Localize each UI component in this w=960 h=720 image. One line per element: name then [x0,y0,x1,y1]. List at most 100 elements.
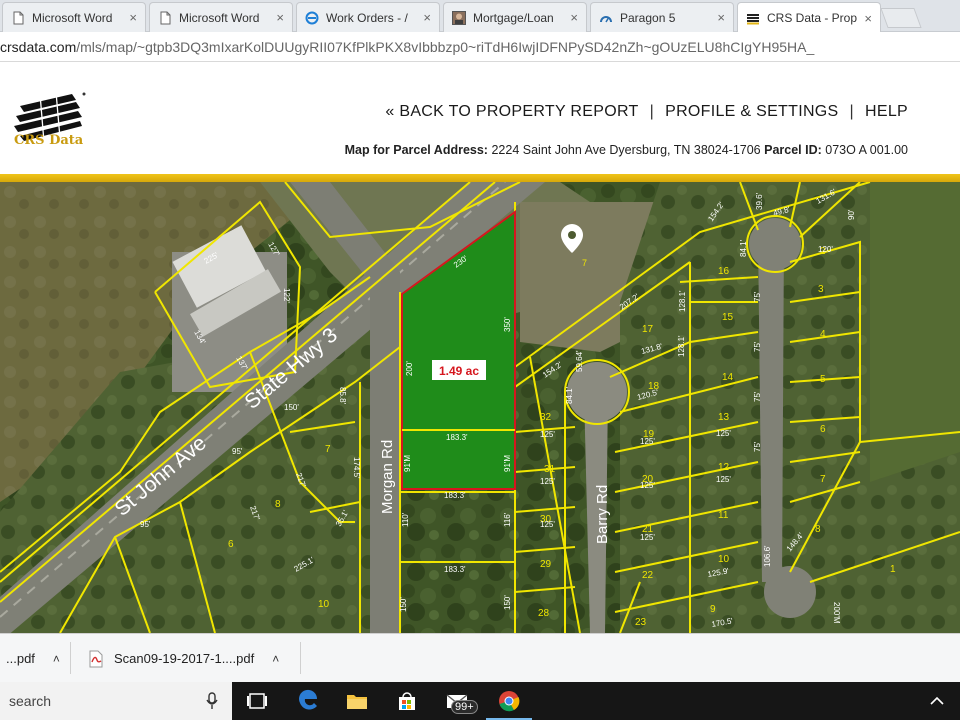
road-label-barry-rd: Barry Rd [594,485,611,544]
tab-paragon[interactable]: Paragon 5 × [590,2,734,32]
dimension-label: 125' [640,481,655,490]
close-icon[interactable]: × [717,10,725,25]
dimension-label: 350' [503,317,512,332]
url-host: crsdata.com [0,39,77,55]
new-tab-button[interactable] [880,8,922,28]
top-nav: « BACK TO PROPERTY REPORT | PROFILE & SE… [374,103,908,121]
tab-microsoft-word-1[interactable]: Microsoft Word × [2,2,146,32]
dimension-label: 183.3' [446,433,468,442]
tab-label: Paragon 5 [620,10,676,25]
lot-number: 10 [718,554,730,565]
pdf-file-icon [89,650,103,667]
lot-number: 10 [318,599,330,610]
windows-taskbar: search [0,682,960,720]
lot-number: 32 [540,412,552,423]
tab-mortgage-loan[interactable]: Mortgage/Loan × [443,2,587,32]
microphone-icon[interactable] [206,692,218,710]
taskbar-search[interactable]: search [0,682,232,720]
lot-number: 5 [820,374,826,385]
header-accent-bar [0,174,960,182]
url-text[interactable]: crsdata.com/mls/map/~gtpb3DQ3mIxarKolDUU… [0,39,960,55]
paragon-icon [600,15,612,22]
subdivision-cul-de-sac-south [764,566,816,618]
close-icon[interactable]: × [864,11,872,26]
chevron-up-icon[interactable] [930,696,944,706]
map-canvas[interactable]: 1.49 ac 7 St John Ave State Hwy 3 Morgan… [0,182,960,633]
chrome-icon[interactable] [496,688,522,714]
lot-number: 17 [642,324,654,335]
lot-number: 28 [538,608,550,619]
parcel-info: Map for Parcel Address: 2224 Saint John … [345,143,908,157]
dimension-label: 91'M [503,455,512,472]
dimension-label: 90' [847,209,856,220]
tab-work-orders[interactable]: Work Orders - / × [296,2,440,32]
dimension-label: 125' [640,533,655,542]
dimension-label: 125' [540,430,555,439]
tab-label: Microsoft Word [179,10,260,25]
lot-number: 6 [820,424,826,435]
tab-crs-data[interactable]: CRS Data - Prop × [737,2,881,33]
parcel-address-label: Map for Parcel Address: [344,143,488,157]
close-icon[interactable]: × [276,10,284,25]
close-icon[interactable]: × [570,10,578,25]
file-explorer-icon[interactable] [344,688,370,714]
download-item[interactable]: ...pdf ˄ [6,634,60,683]
download-filename: ...pdf [6,651,35,666]
dimension-label: 150' [503,595,512,610]
close-icon[interactable]: × [423,10,431,25]
dimension-label: 125' [540,520,555,529]
lot-number: 31 [544,464,556,475]
lot-number: 29 [540,559,552,570]
parcel-address: 2224 Saint John Ave Dyersburg, TN 38024-… [491,143,761,157]
download-separator [300,642,301,674]
site-header: CRS Data « BACK TO PROPERTY REPORT | PRO… [0,63,960,174]
dimension-label: 75' [753,391,762,402]
dimension-label: 125' [716,475,731,484]
dimension-label: 116' [503,512,512,527]
download-item[interactable]: Scan09-19-2017-1....pdf ˄ [88,634,279,683]
back-to-property-report-link[interactable]: « BACK TO PROPERTY REPORT [374,103,649,121]
lot-number: 4 [820,329,826,340]
dimension-label: 75' [753,441,762,452]
document-icon [160,11,171,24]
dimension-label: 125' [716,429,731,438]
chevron-up-icon[interactable]: ˄ [53,652,60,666]
dimension-label: 95' [232,447,243,456]
profile-settings-link[interactable]: PROFILE & SETTINGS [654,103,849,121]
lot-number: 12 [718,462,730,473]
chevron-up-icon[interactable]: ˄ [272,652,279,666]
search-placeholder: search [9,693,52,709]
dimension-label: 95' [140,520,151,529]
dimension-label: 122' [282,288,291,303]
lot-number: 16 [718,266,730,277]
area-label: 1.49 ac [439,364,479,378]
dimension-label: 84.1' [565,386,574,404]
document-icon [13,11,24,24]
dimension-label: 39.6' [755,192,764,210]
help-link[interactable]: HELP [854,103,908,121]
parcel-map[interactable]: 1.49 ac 7 St John Ave State Hwy 3 Morgan… [0,182,960,633]
tab-label: CRS Data - Prop [767,11,858,25]
lot-number: 7 [325,444,331,455]
close-icon[interactable]: × [129,10,137,25]
address-bar[interactable]: crsdata.com/mls/map/~gtpb3DQ3mIxarKolDUU… [0,32,960,62]
dimension-label: 59.64' [575,350,584,372]
dimension-label: 200' [405,361,414,376]
edge-icon[interactable] [296,688,322,714]
lot-number: 23 [635,617,647,628]
download-filename: Scan09-19-2017-1....pdf [114,651,255,666]
logo-text: CRS Data [14,133,84,148]
task-view-icon[interactable] [244,688,270,714]
download-shelf: ...pdf ˄ Scan09-19-2017-1....pdf ˄ [0,633,960,682]
dimension-label: 125' [540,477,555,486]
tab-label: Work Orders - / [326,10,408,25]
dimension-label: 84.1' [739,239,748,257]
dimension-label: 106.6' [763,545,772,567]
download-separator [70,642,71,674]
ie-icon [305,11,319,24]
store-icon[interactable] [394,688,420,714]
dimension-label: 75' [753,291,762,302]
dimension-label: 150' [399,597,408,612]
pin-lot-number: 7 [582,258,587,268]
tab-microsoft-word-2[interactable]: Microsoft Word × [149,2,293,32]
